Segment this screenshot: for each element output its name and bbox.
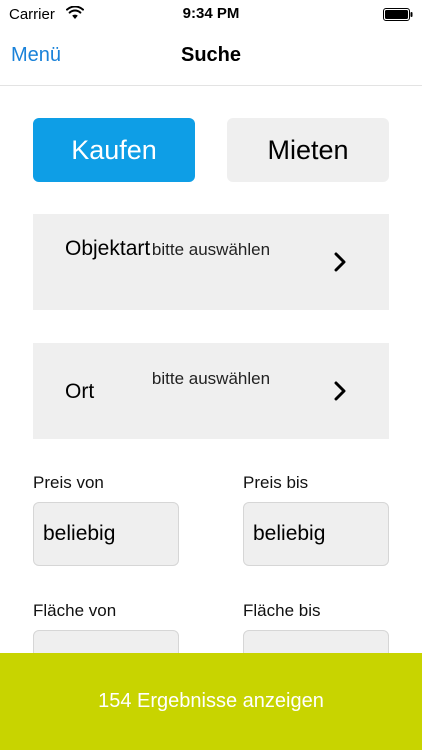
page-title: Suche [180,44,242,66]
rent-toggle-button[interactable]: Mieten [227,118,389,182]
status-bar: Carrier 9:34 PM [0,0,422,30]
area-from-label: Fläche von [33,601,117,620]
price-from-label: Preis von [33,473,104,492]
location-selector[interactable]: Ort bitte auswählen [33,343,389,439]
property-type-label: Objektart [65,237,151,260]
clock: 9:34 PM [182,5,240,22]
navigation-bar: Menü Suche [0,30,422,86]
show-results-button[interactable]: 154 Ergebnisse anzeigen [0,653,422,750]
location-value: bitte auswählen [151,369,271,388]
chevron-right-icon [334,381,346,401]
price-to-label: Preis bis [243,473,309,492]
area-to-label: Fläche bis [243,601,321,620]
price-to-input[interactable]: beliebig [243,502,389,566]
buy-toggle-button[interactable]: Kaufen [33,118,195,182]
battery-icon [383,8,413,21]
price-from-input[interactable]: beliebig [33,502,179,566]
property-type-selector[interactable]: Objektart bitte auswählen [33,214,389,310]
property-type-value: bitte auswählen [151,240,271,259]
location-label: Ort [65,380,95,403]
chevron-right-icon [334,252,346,272]
